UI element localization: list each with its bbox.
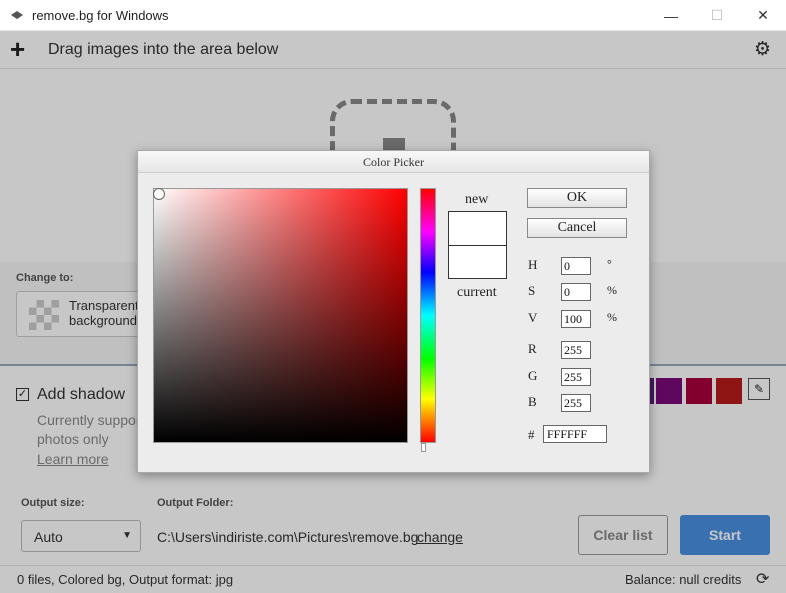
cancel-button[interactable]: Cancel [527,218,627,238]
saturation-value-area[interactable] [153,188,408,443]
value-unit: % [607,310,617,324]
blue-input[interactable]: 255 [561,394,591,412]
red-label: R [528,341,537,356]
saturation-label: S [528,283,536,298]
new-color-label: new [465,192,489,207]
saturation-input[interactable]: 0 [561,283,591,301]
sv-cursor[interactable] [153,188,165,200]
value-label: V [528,310,538,325]
maximize-button[interactable]: ☐ [694,0,740,31]
hue-slider-handle[interactable] [421,443,426,452]
current-color-label: current [457,285,497,300]
hue-label: H [528,257,538,272]
color-preview [448,211,507,279]
red-input[interactable]: 255 [561,341,591,359]
blue-label: B [528,394,537,409]
hex-label: # [528,427,535,442]
hex-input[interactable]: FFFFFF [543,425,607,443]
window-title: remove.bg for Windows [32,8,169,23]
green-input[interactable]: 255 [561,368,591,386]
minimize-button[interactable]: — [648,0,694,31]
green-label: G [528,368,538,383]
saturation-unit: % [607,283,617,297]
ok-button[interactable]: OK [527,188,627,208]
color-picker-dialog: Color Picker new current OK Cancel H 0 °… [137,150,650,473]
dialog-title: Color Picker [138,151,649,173]
window-titlebar: remove.bg for Windows — ☐ ✕ [0,0,786,31]
hue-unit: ° [607,257,612,271]
hue-slider[interactable] [420,188,436,443]
value-input[interactable]: 100 [561,310,591,328]
app-icon [11,11,23,19]
close-button[interactable]: ✕ [740,0,786,31]
hue-input[interactable]: 0 [561,257,591,275]
